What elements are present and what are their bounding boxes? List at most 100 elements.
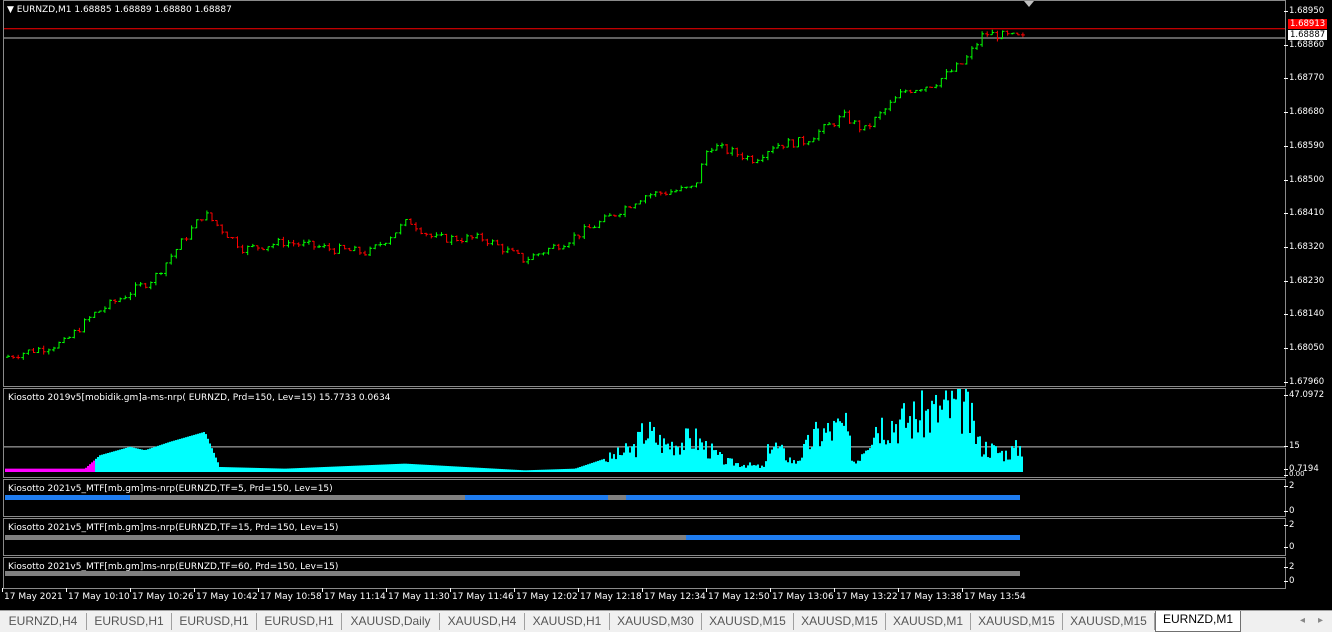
candle (363, 250, 367, 256)
histogram-bar (983, 454, 985, 472)
histogram-bar (501, 469, 503, 472)
histogram-bar (449, 466, 451, 472)
histogram-bar (93, 460, 95, 472)
histogram-bar (609, 452, 611, 472)
candle (388, 236, 393, 245)
candle (740, 152, 745, 161)
histogram-bar (369, 465, 371, 472)
histogram-bar (959, 389, 961, 472)
histogram-bar (933, 404, 935, 472)
price-scale[interactable]: 1.68950 1.68860 1.68770 1.68680 1.68590 1.685… (1283, 0, 1332, 387)
histogram-bar (975, 443, 977, 472)
tab-eurnzd-h4[interactable]: EURNZD,H4 (0, 613, 87, 630)
tab-eurusd-h1[interactable]: EURUSD,H1 (172, 613, 257, 630)
tab-eurusd-h1[interactable]: EURUSD,H1 (257, 613, 342, 630)
histogram-bar (901, 408, 903, 472)
candle (679, 185, 684, 192)
histogram-bar (119, 449, 121, 472)
time-label: 17 May 11:46 (450, 588, 514, 602)
histogram-bar (439, 465, 441, 472)
histogram-bar (351, 465, 353, 472)
histogram-bar (571, 468, 573, 472)
histogram-bar (929, 432, 931, 472)
ind2-segment-gray (130, 495, 465, 500)
tab-xauusd-daily[interactable]: XAUUSD,Daily (342, 613, 440, 630)
candle (888, 99, 893, 112)
histogram-bar (41, 468, 43, 472)
candle (118, 297, 123, 303)
histogram-bar (721, 454, 723, 472)
price-tick: 1.68770 (1283, 73, 1325, 83)
histogram-bar (485, 468, 487, 472)
candle (230, 237, 235, 239)
histogram-bar (631, 446, 633, 472)
tab-eurnzd-m1[interactable]: EURNZD,M1 (1155, 611, 1241, 632)
histogram-bar (763, 466, 765, 472)
chart-shift-marker-icon[interactable] (1024, 1, 1034, 7)
main-chart-pane[interactable]: ▼ EURNZD,M1 1.68885 1.68889 1.68880 1.68… (3, 0, 1286, 387)
histogram-bar (35, 468, 37, 472)
histogram-bar (159, 445, 161, 472)
candle (653, 191, 658, 197)
histogram-bar (519, 470, 521, 472)
histogram-bar (383, 464, 385, 472)
tab-xauusd-h1[interactable]: XAUUSD,H1 (525, 613, 610, 630)
candle (434, 232, 439, 238)
candle (944, 69, 949, 80)
histogram-bar (333, 466, 335, 472)
histogram-bar (497, 468, 499, 472)
tab-scroll-right-icon[interactable]: ▸ (1318, 615, 1323, 626)
histogram-bar (13, 468, 15, 472)
histogram-bar (835, 422, 837, 472)
candle (210, 212, 214, 222)
tab-xauusd-m15[interactable]: XAUUSD,M15 (702, 613, 794, 630)
histogram-bar (509, 469, 511, 472)
collapse-triangle-icon[interactable]: ▼ (7, 5, 14, 15)
histogram-bar (705, 441, 707, 472)
tab-xauusd-h4[interactable]: XAUUSD,H4 (440, 613, 525, 630)
histogram-bar (365, 465, 367, 472)
tab-xauusd-m30[interactable]: XAUUSD,M30 (610, 613, 702, 630)
histogram-bar (775, 442, 777, 472)
candle (153, 272, 158, 286)
candle (383, 242, 388, 246)
indicator-pane-4[interactable]: Kiosotto 2021v5_MTF[mb.gm]ms-nrp(EURNZD,… (3, 557, 1286, 589)
candle (607, 213, 612, 217)
tab-xauusd-m15[interactable]: XAUUSD,M15 (794, 613, 886, 630)
candle (312, 240, 316, 250)
histogram-bar (123, 448, 125, 472)
time-axis[interactable]: 17 May 2021 17 May 10:10 17 May 10:26 17 Ma… (0, 588, 1290, 607)
tab-xauusd-m15[interactable]: XAUUSD,M15 (971, 613, 1063, 630)
tab-eurusd-h1[interactable]: EURUSD,H1 (87, 613, 172, 630)
candle (526, 256, 531, 265)
histogram-bar (805, 439, 807, 472)
histogram-bar (175, 440, 177, 472)
histogram-bar (1003, 461, 1005, 472)
candle (92, 311, 97, 318)
indicator-pane-2[interactable]: Kiosotto 2021v5_MTF[mb.gm]ms-nrp(EURNZD,… (3, 479, 1286, 517)
histogram-bar (535, 469, 537, 472)
histogram-bar (227, 467, 229, 472)
histogram-bar (601, 459, 603, 472)
histogram-bar (527, 470, 529, 472)
histogram-bar (917, 432, 919, 472)
candle (847, 110, 852, 124)
histogram-bar (971, 402, 973, 472)
candle (561, 244, 566, 250)
candle (184, 236, 189, 242)
ind1-tick-max: 47.0972 (1283, 390, 1325, 400)
candle (648, 193, 653, 199)
tab-xauusd-m1[interactable]: XAUUSD,M1 (886, 613, 971, 630)
time-label: 17 May 12:34 (642, 588, 706, 602)
tab-xauusd-m15[interactable]: XAUUSD,M15 (1063, 613, 1155, 630)
tab-scroll-left-icon[interactable]: ◂ (1300, 615, 1305, 626)
histogram-bar (507, 469, 509, 472)
indicator-pane-3[interactable]: Kiosotto 2021v5_MTF[mb.gm]ms-nrp(EURNZD,… (3, 518, 1286, 556)
histogram-bar (413, 464, 415, 472)
histogram-bar (259, 468, 261, 472)
candle (990, 29, 995, 36)
histogram-bar (89, 464, 91, 472)
indicator-pane-1[interactable]: Kiosotto 2019v5[mobidik.gm]a-ms-nrp( EUR… (3, 388, 1286, 478)
histogram-bar (15, 468, 17, 472)
histogram-bar (695, 428, 697, 472)
